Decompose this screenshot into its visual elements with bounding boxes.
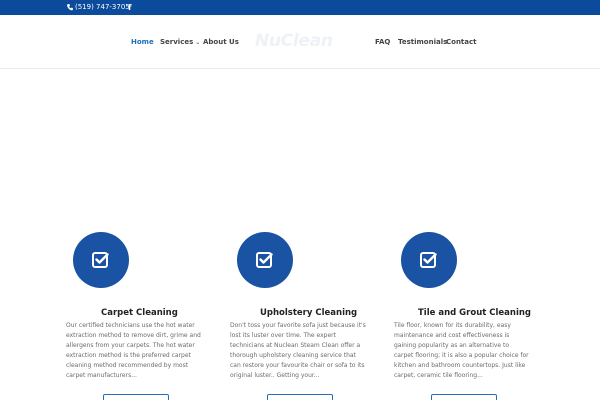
facebook-icon[interactable]: f	[128, 2, 131, 13]
phone-icon	[67, 4, 73, 11]
feature-title: Carpet Cleaning	[101, 308, 178, 318]
checkbox-icon	[256, 252, 273, 268]
feature-title: Tile and Grout Cleaning	[418, 308, 532, 318]
nav-services[interactable]: Services ⌄	[160, 38, 200, 47]
feature-icon-circle	[401, 232, 457, 288]
nav-about-us[interactable]: About Us	[203, 38, 239, 47]
site-header: Home Services ⌄ About Us NuClean FAQ Test…	[0, 15, 600, 68]
feature-icon-circle	[73, 232, 129, 288]
feature-description: Tile floor, known for its durability, ea…	[394, 322, 529, 379]
phone-link[interactable]: (519) 747-3705	[67, 2, 130, 13]
top-bar: (519) 747-3705 f	[0, 0, 600, 15]
checkbox-icon	[420, 252, 437, 268]
checkbox-icon	[92, 252, 109, 268]
feature-description: Don't toss your favorite sofa just becau…	[230, 322, 366, 379]
nav-faq[interactable]: FAQ	[375, 38, 390, 47]
nav-home[interactable]: Home	[131, 38, 154, 47]
nav-contact[interactable]: Contact	[446, 38, 477, 47]
feature-description: Our certified technicians use the hot wa…	[66, 322, 201, 379]
feature-icon-circle	[237, 232, 293, 288]
nav-testimonials[interactable]: Testimonials	[398, 38, 447, 47]
chevron-down-icon: ⌄	[195, 39, 201, 46]
phone-number: (519) 747-3705	[75, 3, 130, 11]
read-more-button[interactable]	[431, 394, 497, 400]
read-more-button[interactable]	[103, 394, 169, 400]
site-logo[interactable]: NuClean	[255, 31, 333, 51]
read-more-button[interactable]	[267, 394, 333, 400]
feature-title: Upholstery Cleaning	[260, 308, 358, 318]
nav-services-label: Services	[160, 38, 194, 46]
